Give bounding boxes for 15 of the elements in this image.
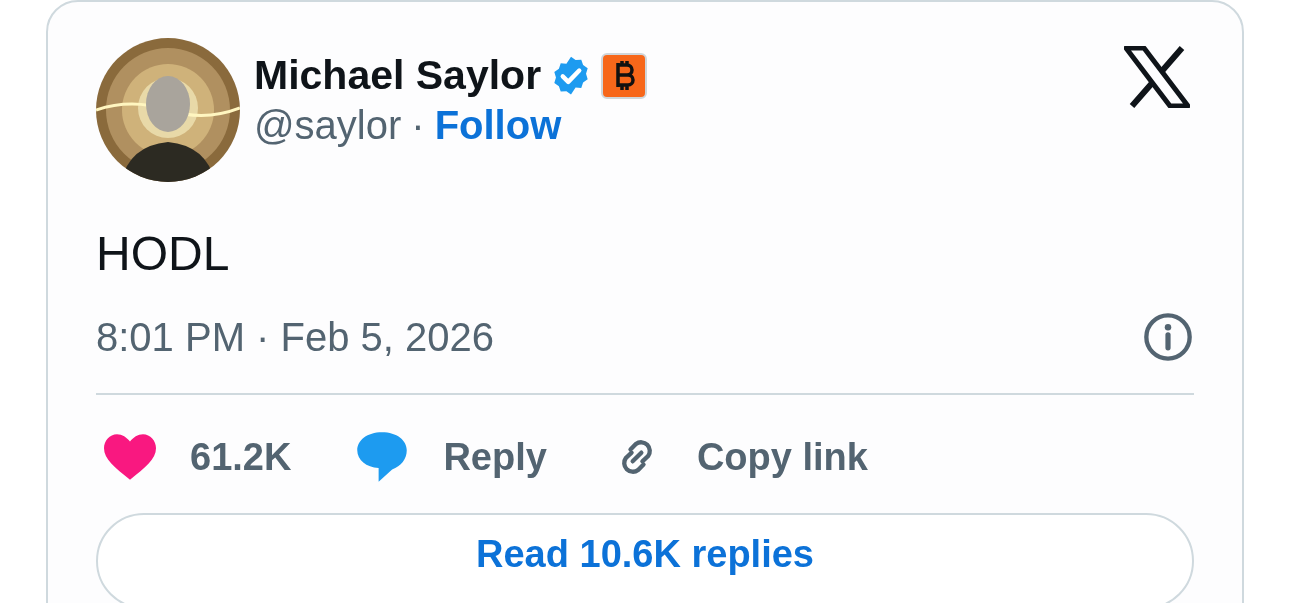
separator-dot: · <box>411 103 425 148</box>
like-count[interactable]: 61.2K <box>104 434 292 480</box>
author-handle: @saylor <box>254 103 402 148</box>
speech-bubble-icon <box>355 432 410 482</box>
follow-link[interactable]: Follow <box>434 103 562 148</box>
reply-link[interactable]: Reply <box>355 432 547 482</box>
copy-link[interactable]: Copy link <box>610 431 868 483</box>
heart-icon <box>104 434 156 480</box>
timestamp: 8:01 PM · Feb 5, 2026 <box>96 314 494 360</box>
info-icon[interactable] <box>1142 311 1194 363</box>
read-replies-button[interactable]: Read 10.6K replies <box>96 513 1194 603</box>
x-logo-icon[interactable] <box>1124 46 1190 108</box>
bitcoin-icon <box>601 52 648 99</box>
author-name: Michael Saylor <box>254 52 542 99</box>
tweet-text: HODL <box>96 226 231 281</box>
